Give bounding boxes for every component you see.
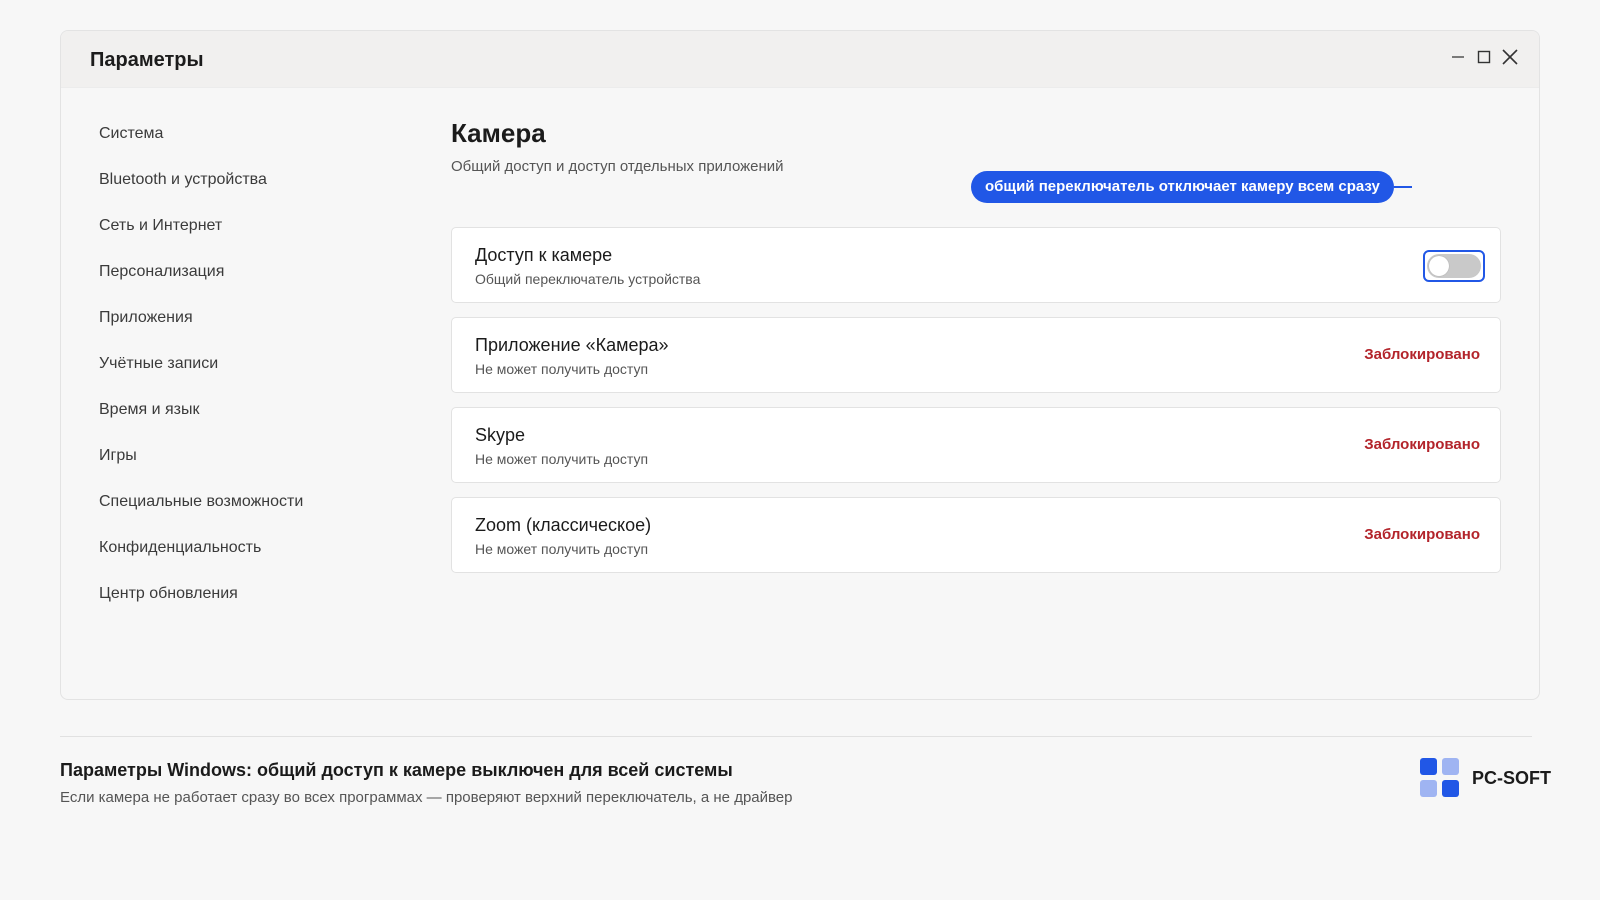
sidebar-nav: Система Bluetooth и устройства Сеть и Ин… — [99, 111, 419, 617]
camera-access-toggle[interactable] — [1423, 250, 1485, 282]
toggle-knob — [1429, 256, 1449, 276]
status-badge: Заблокировано — [1364, 526, 1480, 543]
card-subtitle: Не может получить доступ — [475, 451, 649, 467]
close-icon[interactable] — [1501, 47, 1519, 67]
toggle-track — [1427, 254, 1481, 278]
window-title: Параметры — [90, 49, 204, 71]
callout-connector — [1394, 186, 1412, 188]
camera-access-card: Доступ к камере Общий переключатель устр… — [451, 227, 1501, 303]
sidebar-item-system[interactable]: Система — [99, 111, 419, 157]
card-title: Доступ к камере — [475, 245, 613, 265]
card-title: Приложение «Камера» — [475, 335, 669, 355]
sidebar-item-bluetooth-devices[interactable]: Bluetooth и устройства — [99, 157, 419, 203]
maximize-icon[interactable] — [1475, 47, 1493, 67]
card-subtitle: Общий переключатель устройства — [475, 271, 701, 287]
card-subtitle: Не может получить доступ — [475, 541, 649, 557]
status-badge: Заблокировано — [1364, 346, 1480, 363]
title-bar: Параметры — [61, 31, 1539, 88]
card-title: Skype — [475, 425, 526, 445]
main-content: Камера Общий доступ и доступ отдельных п… — [451, 116, 1501, 573]
sidebar-item-time-language[interactable]: Время и язык — [99, 387, 419, 433]
status-badge: Заблокировано — [1364, 436, 1480, 453]
app-card-skype: Skype Не может получить доступ Заблокиро… — [451, 407, 1501, 483]
minimize-icon[interactable] — [1449, 47, 1467, 67]
footer-subtitle: Если камера не работает сразу во всех пр… — [60, 789, 793, 806]
sidebar-item-privacy[interactable]: Конфиденциальность — [99, 525, 419, 571]
logo-icon — [1420, 758, 1460, 798]
sidebar-item-gaming[interactable]: Игры — [99, 433, 419, 479]
window-controls — [1449, 47, 1519, 67]
app-card-camera: Приложение «Камера» Не может получить до… — [451, 317, 1501, 393]
sidebar-item-apps[interactable]: Приложения — [99, 295, 419, 341]
brand-name: PC-SOFT — [1472, 767, 1551, 788]
sidebar-item-network-internet[interactable]: Сеть и Интернет — [99, 203, 419, 249]
sidebar-item-accessibility[interactable]: Специальные возможности — [99, 479, 419, 525]
sidebar-item-accounts[interactable]: Учётные записи — [99, 341, 419, 387]
sidebar-item-personalization[interactable]: Персонализация — [99, 249, 419, 295]
callout-badge: общий переключатель отключает камеру все… — [971, 171, 1394, 203]
footer-divider — [60, 736, 1532, 737]
sidebar-item-windows-update[interactable]: Центр обновления — [99, 571, 419, 617]
page-title: Камера — [451, 118, 546, 148]
footer-title: Параметры Windows: общий доступ к камере… — [60, 760, 733, 780]
settings-cards: Доступ к камере Общий переключатель устр… — [451, 227, 1501, 587]
brand-logo: PC-SOFT — [1420, 758, 1551, 798]
settings-window: Параметры Система Bluetooth и устройства… — [60, 30, 1540, 700]
app-card-zoom: Zoom (классическое) Не может получить до… — [451, 497, 1501, 573]
card-subtitle: Не может получить доступ — [475, 361, 649, 377]
card-title: Zoom (классическое) — [475, 515, 652, 535]
